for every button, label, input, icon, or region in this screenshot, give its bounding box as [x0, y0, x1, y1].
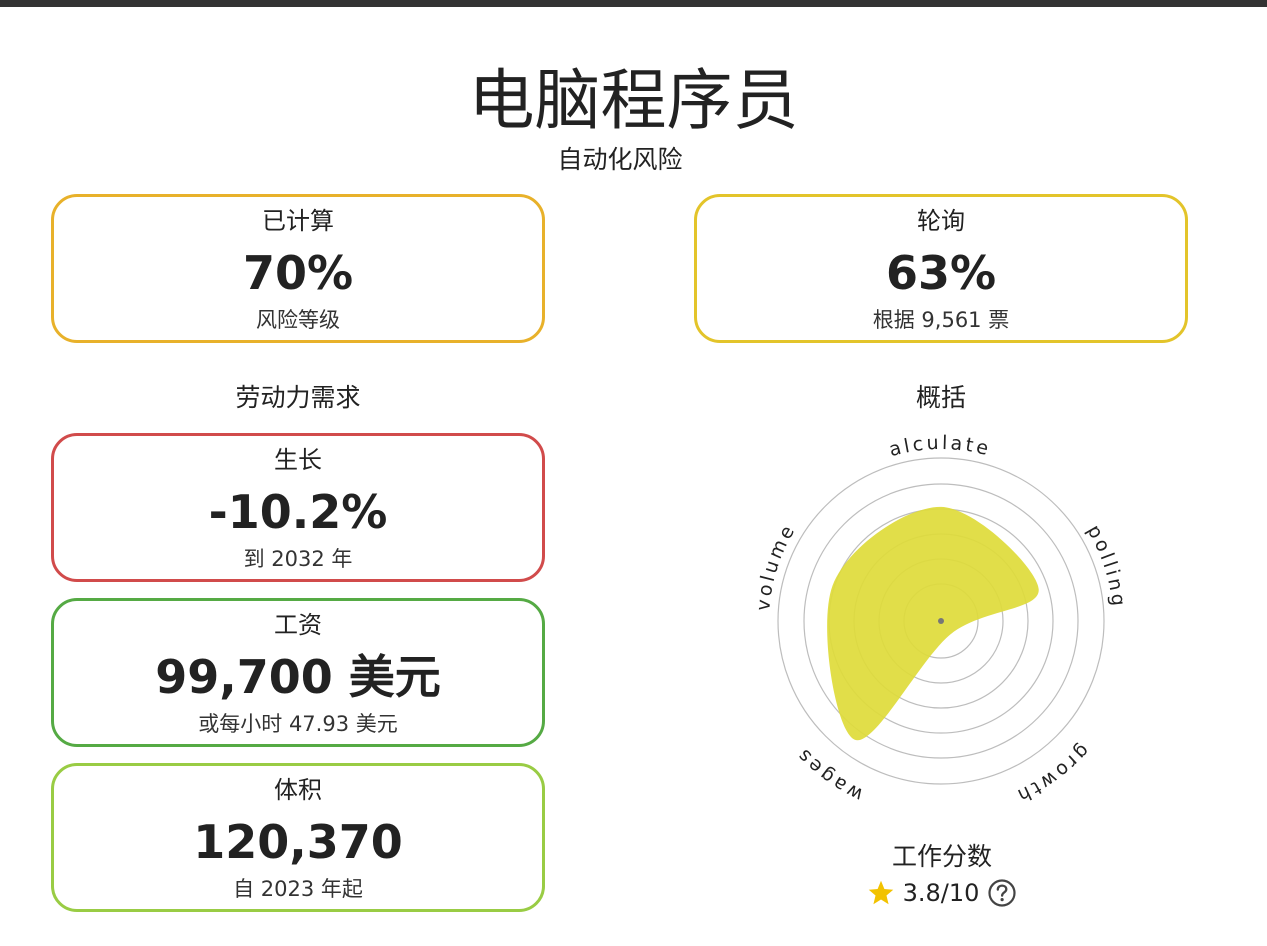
- radar-label-volume: volume: [752, 519, 800, 611]
- radar-center-dot: [938, 618, 944, 624]
- radar-label-growth: growth: [1012, 740, 1094, 808]
- help-icon[interactable]: [987, 878, 1017, 908]
- growth-card: 生长 -10.2% 到 2032 年: [51, 433, 545, 582]
- polling-risk-label: 轮询: [917, 207, 965, 235]
- polling-risk-card: 轮询 63% 根据 9,561 票: [694, 194, 1188, 343]
- summary-radar-chart: calculated polling growth wages volume: [733, 413, 1141, 810]
- growth-label: 生长: [274, 446, 322, 474]
- labor-demand-heading: 劳动力需求: [235, 383, 361, 412]
- automation-risk-heading: 自动化风险: [557, 145, 683, 174]
- volume-sub: 自 2023 年起: [233, 877, 363, 901]
- growth-sub: 到 2032 年: [243, 547, 353, 571]
- wages-value: 99,700 美元: [155, 650, 441, 704]
- polling-risk-value: 63%: [885, 246, 997, 300]
- radar-area: [827, 506, 1039, 741]
- radar-label-polling: polling: [1082, 521, 1129, 610]
- wages-label: 工资: [274, 611, 322, 639]
- star-icon: [868, 880, 893, 905]
- calculated-risk-label: 已计算: [262, 207, 334, 235]
- radar-label-calculated: calculated: [741, 430, 993, 461]
- job-score-heading: 工作分数: [891, 842, 992, 871]
- volume-card: 体积 120,370 自 2023 年起: [51, 763, 545, 912]
- top-bar: [0, 0, 1267, 7]
- summary-heading: 概括: [915, 383, 966, 412]
- job-score-row: 3.8/10: [792, 876, 1092, 910]
- calculated-risk-sub: 风险等级: [256, 308, 340, 332]
- radar-svg: calculated polling growth wages volume: [733, 413, 1129, 808]
- calculated-risk-card: 已计算 70% 风险等级: [51, 194, 545, 343]
- volume-label: 体积: [274, 776, 322, 804]
- job-score-value: 3.8/10: [902, 879, 980, 907]
- wages-sub: 或每小时 47.93 美元: [198, 712, 398, 736]
- calculated-risk-value: 70%: [242, 246, 354, 300]
- radar-label-wages: wages: [791, 743, 866, 806]
- page-title: 电脑程序员: [468, 62, 799, 140]
- polling-risk-sub: 根据 9,561 票: [872, 308, 1010, 332]
- wages-card: 工资 99,700 美元 或每小时 47.93 美元: [51, 598, 545, 747]
- growth-value: -10.2%: [208, 485, 388, 539]
- volume-value: 120,370: [193, 815, 403, 869]
